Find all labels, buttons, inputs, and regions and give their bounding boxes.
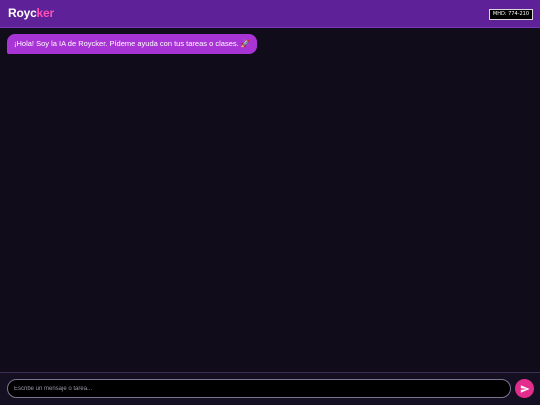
- message-input[interactable]: [7, 379, 511, 398]
- composer-bar: [0, 372, 540, 405]
- logo-text-primary: Royc: [8, 6, 37, 20]
- app-header: Roycker MHD: 774-210: [0, 0, 540, 28]
- send-icon: [520, 384, 530, 393]
- app-logo: Roycker: [8, 6, 54, 21]
- status-badge: MHD: 774-210: [488, 9, 533, 20]
- send-button[interactable]: [515, 379, 534, 398]
- chat-messages: ¡Hola! Soy la IA de Roycker. Pídeme ayud…: [0, 28, 540, 372]
- assistant-message-bubble: ¡Hola! Soy la IA de Roycker. Pídeme ayud…: [7, 34, 258, 54]
- logo-text-accent: ker: [36, 6, 55, 20]
